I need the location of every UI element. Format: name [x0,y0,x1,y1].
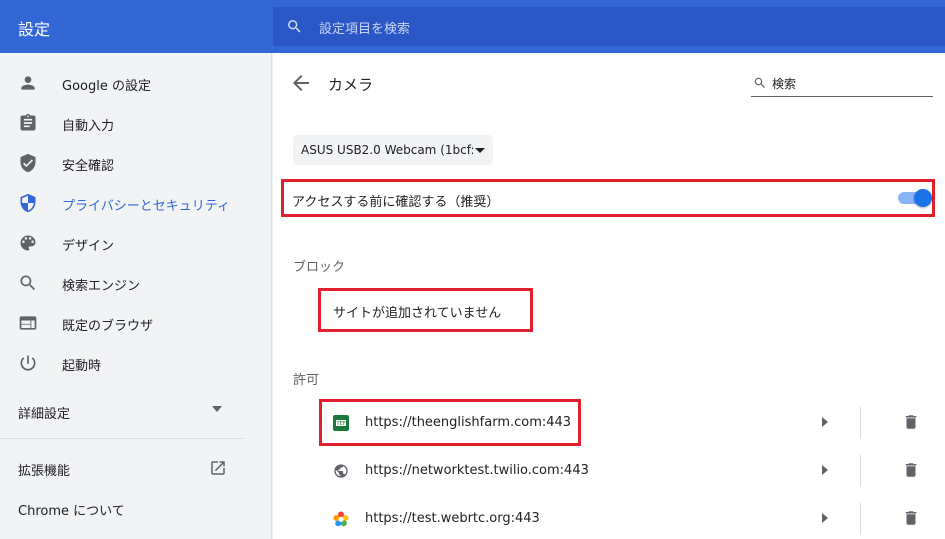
sidebar: Google の設定 自動入力 安全確認 プライバシーとセキュリティ デザイン … [0,53,272,539]
block-empty-message: サイトが追加されていません [318,288,533,332]
back-arrow-icon[interactable] [289,71,313,95]
sidebar-item-autofill[interactable]: 自動入力 [0,103,272,143]
trash-icon[interactable] [902,509,920,527]
search-icon [20,275,36,291]
app-title: 設定 [18,20,51,39]
sidebar-item-appearance[interactable]: デザイン [0,223,272,263]
sidebar-item-label: 安全確認 [62,159,115,174]
row-separator [860,407,861,439]
row-separator [860,455,861,487]
sidebar-item-default-browser[interactable]: 既定のブラウザ [0,303,272,343]
sidebar-item-google[interactable]: Google の設定 [0,63,272,103]
ask-before-access-label: アクセスする前に確認する（推奨） [292,195,500,210]
camera-settings-card: カメラ 検索 ASUS USB2.0 Webcam (1bcf:2b8a) アク… [273,53,945,539]
allow-heading: 許可 [293,373,320,388]
open-external-icon [211,461,225,475]
sidebar-item-privacy[interactable]: プライバシーとセキュリティ [0,183,272,223]
search-icon [754,77,765,88]
toggle-knob [914,189,932,207]
person-icon [21,76,35,90]
header-bar: 設定 設定項目を検索 [0,0,945,53]
shield-check-icon [20,153,36,173]
palette-icon [20,235,36,251]
sidebar-item-label: 自動入力 [62,119,115,134]
site-url: https://networktest.twilio.com:443 [365,463,589,478]
trash-icon[interactable] [902,413,920,431]
chevron-right-icon[interactable] [822,513,828,523]
sidebar-item-about-chrome[interactable]: Chrome について [0,488,243,528]
dropdown-arrow-icon [475,148,485,153]
webrtc-icon [333,511,349,527]
sidebar-item-safety-check[interactable]: 安全確認 [0,143,272,183]
sidebar-item-extensions[interactable]: 拡張機能 [0,448,243,488]
advanced-settings-label: 詳細設定 [18,407,71,422]
extensions-label: 拡張機能 [18,464,71,479]
browser-icon [19,316,37,330]
subpage-search-placeholder: 検索 [772,77,797,91]
ask-before-access-row: アクセスする前に確認する（推奨） [281,179,935,217]
sidebar-item-label: 既定のブラウザ [62,319,154,334]
block-heading: ブロック [293,260,346,275]
trash-icon[interactable] [902,461,920,479]
sidebar-item-label: Google の設定 [62,79,151,94]
sidebar-item-search-engine[interactable]: 検索エンジン [0,263,272,303]
block-empty-text: サイトが追加されていません [333,306,502,321]
selected-device: ASUS USB2.0 Webcam (1bcf:2b8a) [301,143,473,157]
chevron-down-icon [212,406,222,412]
row-separator [860,503,861,535]
page-title: カメラ [328,76,374,94]
settings-search-bar[interactable]: 設定項目を検索 [273,7,945,46]
shield-icon [20,193,36,213]
allowed-site-row[interactable]: https://networktest.twilio.com:443 [273,447,945,495]
site-highlight-box [319,399,581,446]
allowed-site-row[interactable]: https://test.webrtc.org:443 [273,495,945,539]
sidebar-item-label: 検索エンジン [62,279,141,294]
sidebar-item-label: 起動時 [62,359,102,374]
chevron-right-icon[interactable] [822,417,828,427]
sidebar-divider [0,438,243,439]
sidebar-item-on-startup[interactable]: 起動時 [0,343,272,383]
search-icon [288,20,301,33]
sidebar-item-label: プライバシーとセキュリティ [62,199,230,214]
ask-before-access-toggle[interactable] [898,189,932,207]
subpage-search-field[interactable]: 検索 [751,71,933,97]
power-icon [20,355,36,371]
globe-icon [334,464,348,478]
site-url: https://test.webrtc.org:443 [365,511,540,526]
clipboard-icon [20,113,36,131]
camera-device-select[interactable]: ASUS USB2.0 Webcam (1bcf:2b8a) [293,135,493,165]
chevron-right-icon[interactable] [822,465,828,475]
advanced-settings-toggle[interactable]: 詳細設定 [0,390,243,430]
search-input[interactable]: 設定項目を検索 [319,18,410,37]
sidebar-item-label: デザイン [62,239,115,254]
about-label: Chrome について [18,504,125,519]
